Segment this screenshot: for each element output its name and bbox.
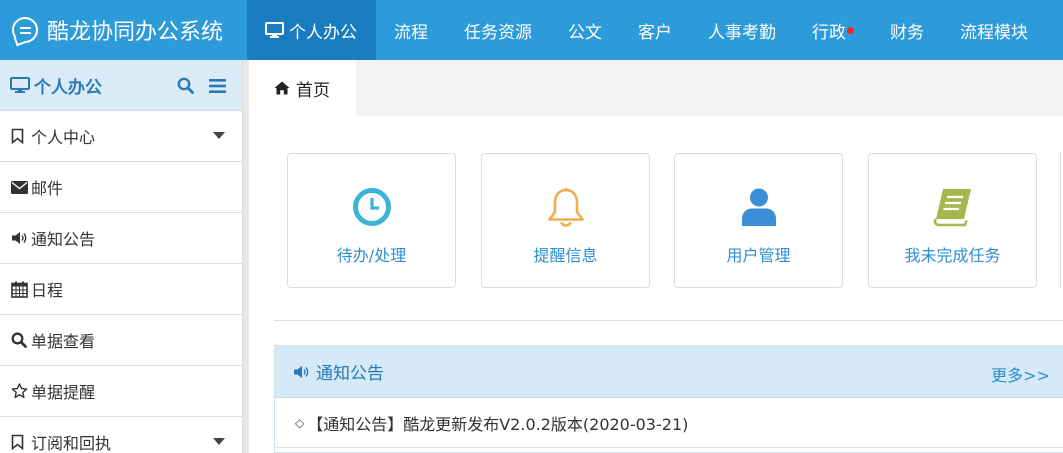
chat-logo-icon [12, 17, 38, 43]
volume-icon [11, 231, 31, 245]
nav-item-customers[interactable]: 客户 [620, 0, 690, 60]
sidebar-item-label: 个人中心 [31, 128, 96, 147]
card-unfinished-tasks[interactable]: 我未完成任务 [868, 153, 1037, 288]
sidebar-item-personal-center[interactable]: 个人中心 [0, 111, 242, 162]
calendar-icon [11, 281, 31, 298]
nav-item-label: 行政 [812, 22, 846, 43]
bookmark-icon [11, 434, 31, 450]
nav-item-label: 客户 [638, 22, 672, 43]
user-icon [741, 188, 776, 226]
diamond-bullet-icon: ◇ [295, 415, 305, 430]
sidebar-scrollbar[interactable] [243, 60, 249, 453]
app-title: 酷龙协同办公系统 [47, 20, 224, 45]
star-icon [11, 383, 31, 399]
search-icon[interactable] [177, 77, 194, 94]
notice-panel-header: 通知公告 更多>> [275, 346, 1063, 398]
sidebar-item-label: 邮件 [31, 179, 64, 198]
bell-icon [547, 188, 584, 227]
book-icon [933, 189, 971, 227]
sidebar-title: 个人办公 [34, 77, 102, 98]
main-nav: 个人办公 流程 任务资源 公文 客户 人事考勤 行政 财务 流程模块 [247, 0, 1046, 60]
sidebar-item-label: 单据提醒 [31, 383, 96, 402]
sidebar-item-schedule[interactable]: 日程 [0, 264, 242, 315]
search-icon [11, 332, 31, 348]
bookmark-icon [11, 128, 31, 144]
top-navbar: 酷龙协同办公系统 个人办公 流程 任务资源 公文 客户 人事考勤 行政 财务 流… [0, 0, 1063, 60]
nav-item-workflow[interactable]: 流程 [376, 0, 446, 60]
tab-home[interactable]: 首页 [249, 60, 356, 116]
app-brand[interactable]: 酷龙协同办公系统 [0, 0, 247, 60]
nav-item-label: 任务资源 [464, 22, 532, 43]
nav-item-task-resources[interactable]: 任务资源 [446, 0, 550, 60]
envelope-icon [11, 180, 31, 194]
card-label: 提醒信息 [533, 246, 598, 265]
menu-icon[interactable] [209, 79, 226, 93]
nav-item-label: 公文 [568, 22, 602, 43]
sidebar-item-label: 通知公告 [31, 230, 96, 249]
notification-dot [847, 26, 854, 34]
monitor-icon [265, 22, 284, 38]
card-label: 我未完成任务 [904, 246, 1001, 265]
list-item[interactable]: ◇ 【通知公告】酷龙更新发布V2.0.2版本(2020-03-21) [275, 398, 1063, 448]
card-label: 待办/处理 [336, 246, 407, 265]
more-link[interactable]: 更多>> [991, 362, 1050, 386]
sidebar: 个人办公 个人中心 邮件 通知公告 日程 单据查看 单据提醒 订阅和回执 [0, 60, 243, 453]
sidebar-header: 个人办公 [0, 60, 242, 111]
clock-icon [352, 188, 391, 226]
sidebar-item-label: 单据查看 [31, 332, 96, 351]
notice-panel-title: 通知公告 [316, 364, 384, 384]
card-user-management[interactable]: 用户管理 [674, 153, 843, 288]
tab-label: 首页 [296, 80, 330, 101]
home-icon [274, 81, 290, 95]
monitor-icon [10, 76, 30, 93]
caret-down-icon [213, 438, 225, 445]
caret-down-icon [213, 132, 225, 139]
nav-item-label: 个人办公 [289, 22, 357, 43]
sidebar-item-label: 日程 [31, 281, 64, 300]
card-todo[interactable]: 待办/处理 [287, 153, 456, 288]
nav-item-label: 流程模块 [960, 22, 1028, 43]
sidebar-item-announcements[interactable]: 通知公告 [0, 213, 242, 264]
nav-item-administration[interactable]: 行政 [794, 0, 872, 60]
section-divider [274, 320, 1063, 321]
nav-item-documents[interactable]: 公文 [550, 0, 620, 60]
sidebar-item-document-view[interactable]: 单据查看 [0, 315, 242, 366]
sidebar-item-subscription-receipt[interactable]: 订阅和回执 [0, 417, 242, 453]
nav-item-hr-attendance[interactable]: 人事考勤 [690, 0, 794, 60]
sidebar-item-mail[interactable]: 邮件 [0, 162, 242, 213]
nav-item-label: 财务 [890, 22, 924, 43]
nav-item-workflow-modules[interactable]: 流程模块 [942, 0, 1046, 60]
sidebar-item-label: 订阅和回执 [31, 434, 112, 453]
nav-item-personal-office[interactable]: 个人办公 [247, 0, 376, 60]
card-reminders[interactable]: 提醒信息 [481, 153, 650, 288]
notice-panel: 通知公告 更多>> ◇ 【通知公告】酷龙更新发布V2.0.2版本(2020-03… [274, 345, 1063, 453]
nav-item-label: 流程 [394, 22, 428, 43]
notice-item-text[interactable]: 【通知公告】酷龙更新发布V2.0.2版本(2020-03-21) [307, 411, 688, 435]
tab-bar: 首页 [249, 60, 1063, 116]
sidebar-item-document-reminder[interactable]: 单据提醒 [0, 366, 242, 417]
nav-item-finance[interactable]: 财务 [872, 0, 942, 60]
card-label: 用户管理 [726, 246, 791, 265]
nav-item-label: 人事考勤 [708, 22, 776, 43]
volume-icon [294, 365, 309, 378]
